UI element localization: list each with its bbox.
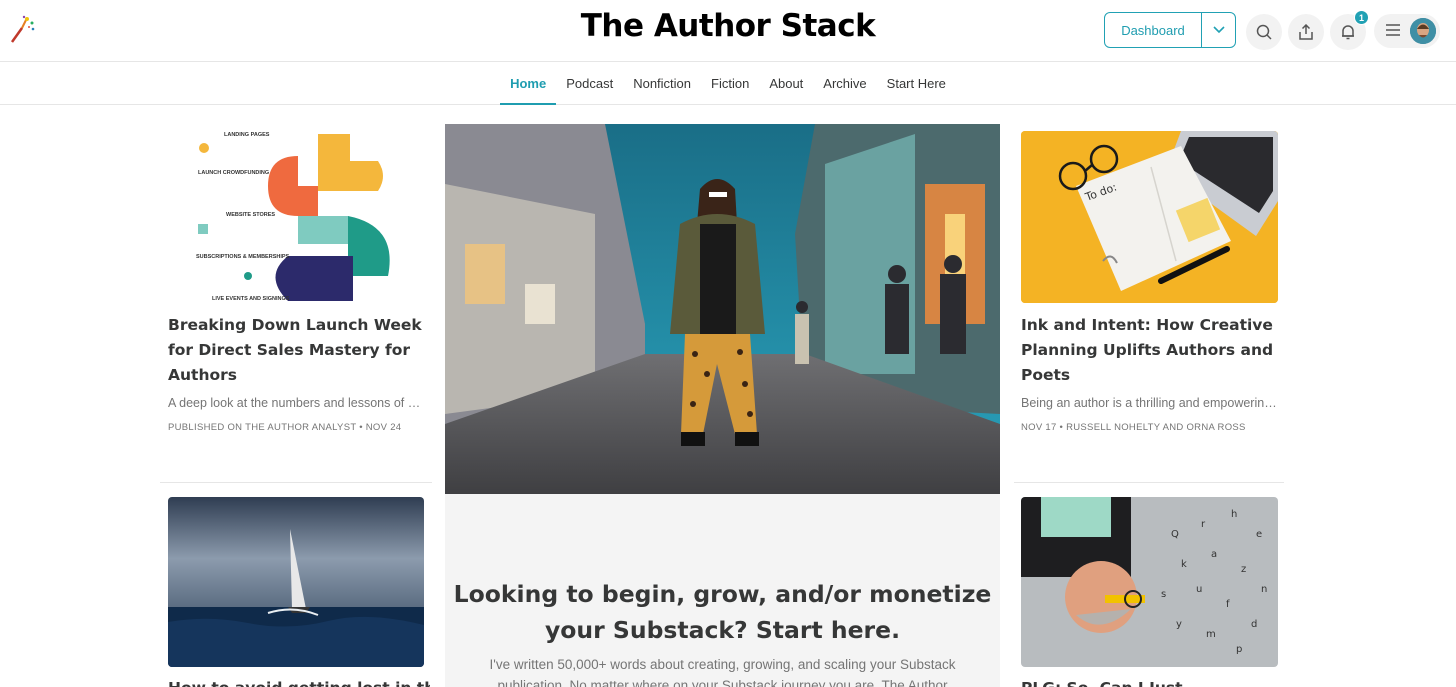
dashboard-dropdown-button[interactable] <box>1201 13 1235 47</box>
post-title-ink-intent[interactable]: Ink and Intent: How Creative Planning Up… <box>1021 313 1283 388</box>
infographic-label-crowd: LAUNCH CROWDFUNDING <box>198 170 269 176</box>
svg-text:a: a <box>1211 549 1217 560</box>
infographic-label-stores: WEBSITE STORES <box>226 212 275 218</box>
site-logo-icon[interactable] <box>8 14 38 46</box>
infographic-label-subs: SUBSCRIPTIONS & MEMBERSHIPS <box>196 254 290 260</box>
nav-item-nonfiction[interactable]: Nonfiction <box>623 63 701 105</box>
post-meta-ink-intent: NOV 17 • RUSSELL NOHELTY AND ORNA ROSS <box>1021 422 1246 433</box>
post-meta-launch-week: PUBLISHED ON THE AUTHOR ANALYST • NOV 24 <box>168 422 402 433</box>
svg-text:d: d <box>1251 619 1257 630</box>
account-menu-button[interactable] <box>1374 14 1440 48</box>
svg-text:u: u <box>1196 584 1202 595</box>
svg-text:p: p <box>1236 644 1242 655</box>
share-button[interactable] <box>1288 14 1324 50</box>
svg-text:z: z <box>1241 564 1246 575</box>
nav-item-podcast[interactable]: Podcast <box>556 63 623 105</box>
promo-body: I've written 50,000+ words about creatin… <box>489 657 956 687</box>
featured-image[interactable] <box>445 124 1000 494</box>
nav-item-start-here[interactable]: Start Here <box>877 63 956 105</box>
post-image-sailboat[interactable] <box>168 497 424 667</box>
infographic-label-live: LIVE EVENTS AND SIGNINGS <box>212 296 290 302</box>
bell-icon <box>1342 25 1354 40</box>
post-title-plg[interactable]: PLG: So, Can I Just <box>1021 676 1283 687</box>
svg-text:y: y <box>1176 619 1182 630</box>
dashboard-button[interactable]: Dashboard <box>1105 13 1201 47</box>
notification-count-badge: 1 <box>1354 10 1369 25</box>
top-header: The Author Stack Dashboard 1 <box>0 0 1456 62</box>
site-title[interactable]: The Author Stack <box>0 8 1456 44</box>
post-subtitle-launch-week: A deep look at the numbers and lessons o… <box>168 396 424 410</box>
hamburger-menu-icon <box>1386 24 1400 36</box>
main-nav: Home Podcast Nonfiction Fiction About Ar… <box>0 63 1456 105</box>
infographic-label-landing: LANDING PAGES <box>224 132 270 138</box>
avatar <box>1410 18 1436 44</box>
post-image-upside-down-man[interactable]: Qrhe kazn sufd ymp <box>1021 497 1278 667</box>
post-image-launch-week[interactable]: LANDING PAGES LAUNCH CROWDFUNDING WEBSIT… <box>168 126 424 304</box>
svg-text:f: f <box>1226 599 1230 610</box>
search-button[interactable] <box>1246 14 1282 50</box>
post-title-launch-week[interactable]: Breaking Down Launch Week for Direct Sal… <box>168 313 430 388</box>
promo-title[interactable]: Looking to begin, grow, and/or monetize … <box>445 576 1000 648</box>
divider <box>160 482 432 483</box>
post-image-ink-intent[interactable]: To do: <box>1021 131 1278 303</box>
post-title-sailboat[interactable]: How to avoid getting lost in the <box>168 676 430 687</box>
share-icon <box>1299 24 1313 40</box>
svg-text:k: k <box>1181 559 1187 570</box>
chevron-down-icon <box>1212 26 1225 34</box>
divider <box>1014 482 1284 483</box>
svg-text:e: e <box>1256 529 1262 540</box>
dashboard-button-group: Dashboard <box>1104 12 1236 48</box>
svg-text:s: s <box>1161 589 1166 600</box>
svg-text:m: m <box>1206 629 1216 640</box>
nav-item-archive[interactable]: Archive <box>813 63 876 105</box>
svg-text:Q: Q <box>1171 529 1179 540</box>
start-here-promo: Looking to begin, grow, and/or monetize … <box>445 494 1000 687</box>
post-subtitle-ink-intent: Being an author is a thrilling and empow… <box>1021 396 1277 410</box>
nav-item-about[interactable]: About <box>759 63 813 105</box>
search-icon <box>1256 24 1272 40</box>
svg-text:h: h <box>1231 509 1237 520</box>
nav-item-home[interactable]: Home <box>500 63 557 105</box>
nav-item-fiction[interactable]: Fiction <box>701 63 759 105</box>
svg-text:n: n <box>1261 584 1267 595</box>
